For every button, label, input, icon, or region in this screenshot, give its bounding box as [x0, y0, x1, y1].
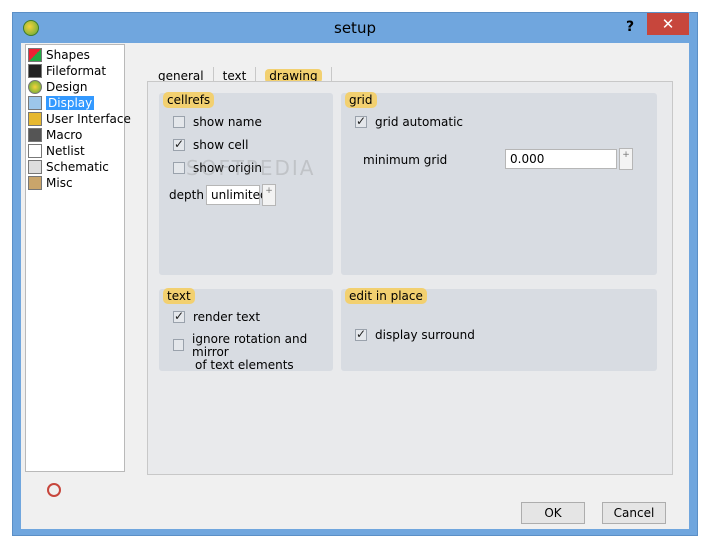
sidebar-item-label: Display	[46, 96, 95, 110]
minimum-grid-spinner[interactable]: +	[619, 148, 633, 170]
cancel-button[interactable]: Cancel	[602, 502, 666, 524]
setup-window: setup ? ✕ Shapes Fileformat Design Displ…	[12, 12, 698, 536]
grid-automatic-checkbox[interactable]: grid automatic	[355, 114, 464, 129]
category-tree[interactable]: Shapes Fileformat Design Display User In…	[25, 44, 131, 472]
grid-group: grid grid automatic minimum grid 0.000 +	[341, 92, 657, 275]
edit-in-place-title: edit in place	[345, 288, 427, 304]
checkbox-box	[355, 327, 367, 341]
checkbox-label: show cell	[193, 138, 249, 152]
dialog-client: Shapes Fileformat Design Display User In…	[21, 43, 689, 529]
user-interface-icon	[28, 112, 42, 126]
sidebar-item-macro[interactable]: Macro	[28, 127, 82, 143]
sidebar-item-label: Shapes	[46, 48, 90, 62]
checkbox-label-line1: ignore rotation and mirror	[192, 332, 308, 359]
text-title: text	[163, 288, 195, 304]
design-icon	[28, 80, 42, 94]
minimum-grid-input[interactable]: 0.000	[505, 149, 617, 169]
sidebar-item-label: Netlist	[46, 144, 85, 158]
checkbox-label: render text	[193, 310, 261, 324]
checkbox-label: grid automatic	[375, 115, 464, 129]
box-icon	[28, 176, 42, 190]
show-name-checkbox[interactable]: show name	[173, 115, 262, 129]
sidebar-item-label: Misc	[46, 176, 73, 190]
sidebar-item-netlist[interactable]: Netlist	[28, 143, 85, 159]
checkbox-label: show name	[193, 115, 262, 129]
checkbox-label: display surround	[375, 328, 475, 342]
checkbox-box	[173, 309, 185, 323]
minimum-grid-label: minimum grid	[363, 153, 448, 167]
display-surround-checkbox[interactable]: display surround	[355, 327, 475, 342]
depth-input[interactable]: unlimited	[206, 185, 268, 205]
checkbox-label-line2: of text elements	[195, 358, 294, 372]
depth-spinner[interactable]: +	[262, 184, 276, 206]
netlist-icon	[28, 144, 42, 158]
schematic-icon	[28, 160, 42, 174]
sidebar-item-user-interface[interactable]: User Interface	[28, 111, 131, 127]
sidebar-item-display[interactable]: Display	[28, 95, 95, 111]
sidebar-item-schematic[interactable]: Schematic	[28, 159, 109, 175]
title-bar: setup ? ✕	[13, 13, 697, 43]
grid-title: grid	[345, 92, 377, 108]
sidebar-item-shapes[interactable]: Shapes	[28, 47, 90, 63]
edit-in-place-group: edit in place display surround	[341, 288, 657, 371]
text-group: text render text ignore rotation and mir…	[159, 288, 333, 372]
close-button[interactable]: ✕	[647, 13, 689, 35]
sidebar-item-label: User Interface	[46, 112, 131, 126]
checkbox-box	[173, 339, 185, 351]
checkbox-box	[173, 137, 185, 151]
show-cell-checkbox[interactable]: show cell	[173, 137, 249, 152]
sidebar-item-misc[interactable]: Misc	[28, 175, 73, 191]
sidebar-item-fileformat[interactable]: Fileformat	[28, 63, 106, 79]
sidebar-item-design[interactable]: Design	[28, 79, 87, 95]
sidebar-item-label: Macro	[46, 128, 83, 142]
shapes-icon	[28, 48, 42, 62]
cellrefs-title: cellrefs	[163, 92, 215, 108]
checkbox-box	[355, 114, 367, 128]
display-icon	[28, 96, 42, 110]
sidebar-item-label: Schematic	[46, 160, 109, 174]
checkbox-box	[173, 116, 185, 128]
depth-label: depth	[169, 188, 204, 202]
macro-icon	[28, 128, 42, 142]
cellrefs-group: cellrefs show name show cell show origin…	[159, 92, 333, 275]
lifebuoy-help-icon[interactable]	[47, 483, 61, 497]
sidebar-item-label: Design	[46, 80, 88, 94]
render-text-checkbox[interactable]: render text	[173, 309, 261, 324]
checkbox-label: ignore rotation and mirror of text eleme…	[192, 333, 333, 372]
watermark: SOFTPEDIA	[186, 156, 316, 180]
sidebar-item-label: Fileformat	[46, 64, 107, 78]
ok-button[interactable]: OK	[521, 502, 585, 524]
checkbox-box	[173, 162, 185, 174]
window-title: setup	[334, 19, 376, 37]
help-button[interactable]: ?	[619, 17, 641, 37]
ignore-rotation-checkbox[interactable]: ignore rotation and mirror of text eleme…	[173, 333, 333, 372]
floppy-icon	[28, 64, 42, 78]
